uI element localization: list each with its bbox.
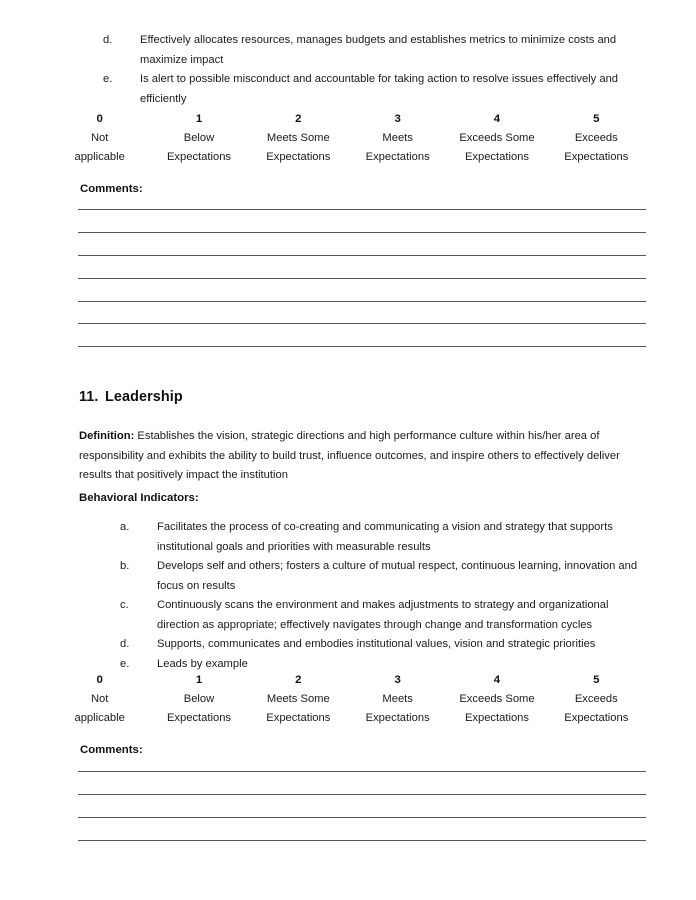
list-marker: e. <box>103 73 113 85</box>
rating-label-line2: Expectations <box>365 712 430 724</box>
list-marker: d. <box>120 638 130 650</box>
rating-label-line2: Expectations <box>166 151 232 163</box>
rating-label-line2: applicable <box>74 712 125 724</box>
rating-number: 3 <box>394 674 401 686</box>
rating-label-line1: Meets <box>382 132 413 144</box>
comments-label-leadership: Comments: <box>80 744 143 756</box>
list-item: c. Continuously scans the environment an… <box>120 596 643 635</box>
list-marker: b. <box>120 560 130 572</box>
rating-label-line2: Expectations <box>464 151 529 163</box>
list-text: Facilitates the process of co-creating a… <box>157 521 613 553</box>
list-marker: c. <box>120 599 129 611</box>
rating-scale-column-0[interactable]: 0 Not applicable <box>50 671 149 728</box>
rating-label-line2: Expectations <box>266 151 331 163</box>
rating-label-line1: Exceeds Some <box>459 132 535 144</box>
list-text: Continuously scans the environment and m… <box>157 599 609 631</box>
list-text: Leads by example <box>157 657 248 670</box>
list-marker: a. <box>120 521 130 533</box>
behavioral-indicator-list: a. Facilitates the process of co-creatin… <box>120 518 643 674</box>
comment-line[interactable] <box>78 771 646 772</box>
rating-scale-column-5[interactable]: 5 Exceeds Expectations <box>547 110 646 167</box>
comment-line[interactable] <box>78 300 646 302</box>
rating-label-line1: Exceeds <box>574 693 618 705</box>
rating-scale-column-5[interactable]: 5 Exceeds Expectations <box>547 671 646 728</box>
continued-indicator-list: d. Effectively allocates resources, mana… <box>103 31 643 109</box>
rating-number: 0 <box>96 674 103 686</box>
list-text: Effectively allocates resources, manages… <box>140 34 617 66</box>
rating-number: 1 <box>195 674 203 686</box>
rating-label-line1: Meets Some <box>266 693 330 705</box>
rating-number: 2 <box>295 674 302 686</box>
section-number: 11. <box>79 389 99 405</box>
comment-line[interactable] <box>78 231 646 233</box>
rating-number: 4 <box>493 113 501 125</box>
rating-scale-column-1[interactable]: 1 Below Expectations <box>149 110 248 167</box>
rating-scale-column-1[interactable]: 1 Below Expectations <box>149 671 248 728</box>
rating-label-line1: Not <box>90 693 109 705</box>
definition-paragraph: Definition: Establishes the vision, stra… <box>79 427 647 486</box>
comments-label-top: Comments: <box>80 183 143 195</box>
rating-label-line2: Expectations <box>564 151 629 163</box>
behavioral-indicators-label: Behavioral Indicators: <box>79 492 199 504</box>
rating-number: 2 <box>295 113 302 125</box>
list-item: b. Develops self and others; fosters a c… <box>120 557 643 596</box>
rating-label-line1: Meets Some <box>266 132 330 144</box>
list-item: e. Is alert to possible misconduct and a… <box>103 70 643 109</box>
rating-label-line1: Below <box>183 693 215 705</box>
rating-number: 5 <box>593 113 600 125</box>
rating-number: 3 <box>394 113 401 125</box>
rating-scale-column-2[interactable]: 2 Meets Some Expectations <box>249 110 348 167</box>
comment-line[interactable] <box>78 794 646 795</box>
list-item: d. Effectively allocates resources, mana… <box>103 31 643 70</box>
rating-number: 5 <box>593 674 600 686</box>
rating-label-line2: Expectations <box>564 712 629 724</box>
comment-line[interactable] <box>78 840 646 841</box>
rating-scale-top: 0 Not applicable 1 Below Expectations 2 … <box>50 110 646 167</box>
rating-label-line1: Below <box>183 132 215 144</box>
list-item: a. Facilitates the process of co-creatin… <box>120 518 643 557</box>
rating-scale-column-4[interactable]: 4 Exceeds Some Expectations <box>447 110 546 167</box>
section-title: Leadership <box>105 389 183 405</box>
rating-scale-column-4[interactable]: 4 Exceeds Some Expectations <box>447 671 546 728</box>
list-text: Supports, communicates and embodies inst… <box>157 638 596 650</box>
rating-scale-column-2[interactable]: 2 Meets Some Expectations <box>249 671 348 728</box>
rating-scale-column-0[interactable]: 0 Not applicable <box>50 110 149 167</box>
rating-scale-column-3[interactable]: 3 Meets Expectations <box>348 110 447 167</box>
rating-label-line2: Expectations <box>166 712 232 724</box>
rating-number: 4 <box>493 674 501 686</box>
comment-line[interactable] <box>78 277 646 279</box>
document-page: d. Effectively allocates resources, mana… <box>0 0 696 900</box>
definition-text: Establishes the vision, strategic direct… <box>79 430 620 481</box>
rating-scale-column-3[interactable]: 3 Meets Expectations <box>348 671 447 728</box>
comment-line[interactable] <box>78 323 646 324</box>
list-item: d. Supports, communicates and embodies i… <box>120 635 643 655</box>
rating-label-line2: Expectations <box>266 712 331 724</box>
rating-label-line1: Meets <box>382 693 413 705</box>
list-marker: d. <box>103 34 113 46</box>
rating-label-line2: applicable <box>74 151 125 163</box>
definition-label: Definition: <box>79 430 135 442</box>
section-heading-leadership: 11. Leadership <box>79 387 183 407</box>
comment-line[interactable] <box>78 209 646 210</box>
rating-label-line1: Exceeds Some <box>459 693 535 705</box>
rating-scale-leadership: 0 Not applicable 1 Below Expectations 2 … <box>50 671 646 728</box>
rating-label-line1: Exceeds <box>574 132 618 144</box>
comment-line[interactable] <box>78 346 646 347</box>
rating-label-line2: Expectations <box>464 712 529 724</box>
comment-line[interactable] <box>78 254 646 256</box>
comment-line[interactable] <box>78 817 646 818</box>
rating-number: 0 <box>96 113 103 125</box>
list-text: Is alert to possible misconduct and acco… <box>140 73 619 105</box>
rating-label-line2: Expectations <box>365 151 430 163</box>
rating-label-line1: Not <box>90 132 109 144</box>
rating-number: 1 <box>195 113 203 125</box>
list-text: Develops self and others; fosters a cult… <box>157 560 638 592</box>
